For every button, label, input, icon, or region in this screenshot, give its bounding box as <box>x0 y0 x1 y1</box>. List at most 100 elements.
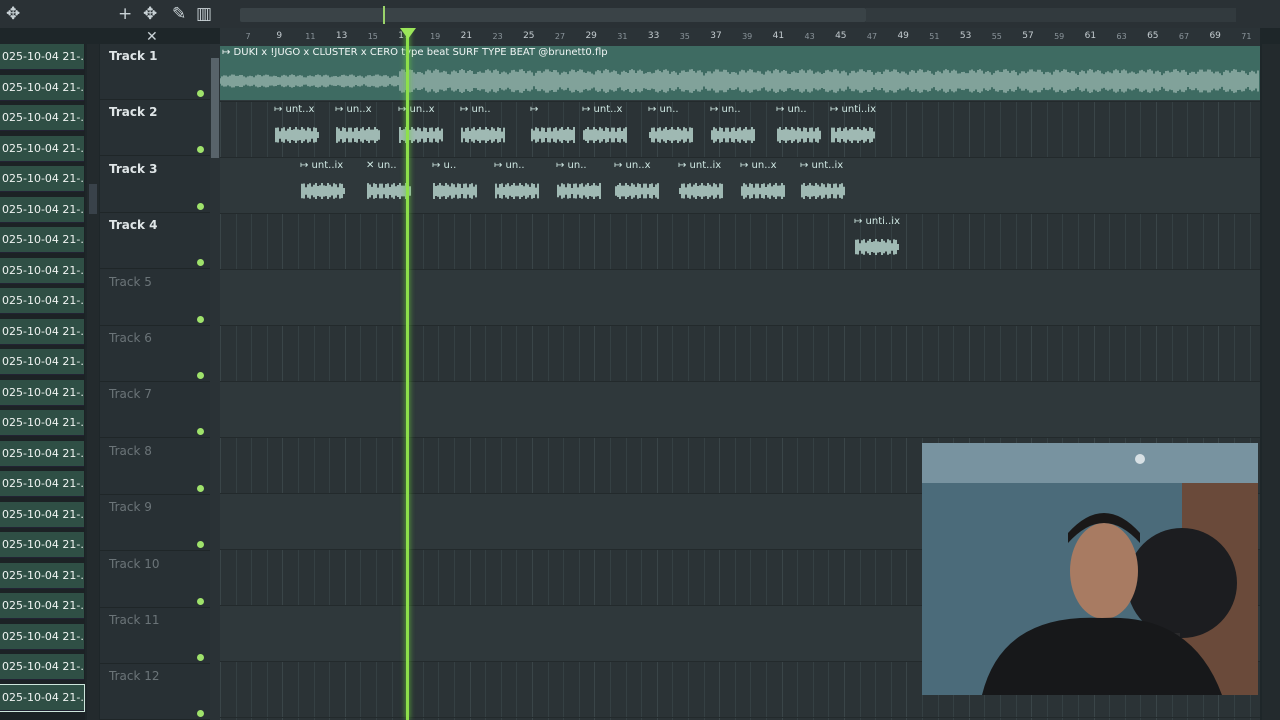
clip-list-item[interactable]: 025-10-04 21-... <box>0 288 84 314</box>
clip-list-item[interactable]: 025-10-04 21-... <box>0 227 84 253</box>
pencil-icon[interactable]: ✎ <box>172 5 186 23</box>
track-row-3[interactable]: ↦ unt..ix ✕ un.. ↦ u.. ↦ un.. ↦ un.. ↦ un..x ↦… <box>220 158 1260 214</box>
clip-list-scrollbar[interactable] <box>87 44 99 720</box>
pattern-clip[interactable]: ↦ unt..ix <box>800 160 852 210</box>
clip-list-item[interactable]: 025-10-04 21-... <box>0 379 84 406</box>
clip-list-item[interactable]: 025-10-04 21-... <box>0 623 84 650</box>
clip-list-item[interactable]: 025-10-04 21-... <box>0 410 84 436</box>
track-headers: Track 1 Track 2 Track 3 Track 4 Track 5 Track… <box>100 44 210 720</box>
playlist-vertical-scrollbar[interactable] <box>210 44 220 720</box>
track-row-6[interactable] <box>220 326 1260 382</box>
track-row-5[interactable] <box>220 270 1260 326</box>
clip-list-item[interactable]: 025-10-04 21-... <box>0 532 84 558</box>
pattern-waveform <box>649 127 693 143</box>
track-row-7[interactable] <box>220 382 1260 438</box>
clip-list-scroll-thumb[interactable] <box>89 184 97 214</box>
track-led-icon[interactable] <box>197 428 204 436</box>
pattern-clip[interactable]: ↦ unt..x <box>274 104 326 154</box>
track-led-icon[interactable] <box>197 146 204 154</box>
track-row-2[interactable]: ↦ unt..x ↦ un..x ↦ un..x ↦ un.. ↦ ↦ unt..x ↦ u… <box>220 102 1260 158</box>
track-header[interactable]: Track 12 <box>100 664 210 720</box>
clip-list-item[interactable]: 025-10-04 21-... <box>0 135 84 162</box>
track-led-icon[interactable] <box>197 710 204 718</box>
ruler-tick-label: 67 <box>1178 32 1190 41</box>
clip-list-item[interactable]: 025-10-04 21-... <box>0 440 84 467</box>
timeline-scrollbar[interactable] <box>240 8 866 22</box>
pattern-clip[interactable]: ↦ un.. <box>460 104 512 154</box>
track-header[interactable]: Track 7 <box>100 382 210 439</box>
track-led-icon[interactable] <box>197 90 204 97</box>
track-led-icon[interactable] <box>197 372 204 379</box>
pattern-clip[interactable]: ↦ un.. <box>710 104 762 154</box>
clip-list-item[interactable]: 025-10-04 21-... <box>0 593 84 619</box>
track-led-icon[interactable] <box>197 202 204 210</box>
pattern-clip[interactable]: ↦ <box>530 104 582 154</box>
clip-list-item[interactable]: 025-10-04 21-... <box>0 257 84 284</box>
pattern-clip[interactable]: ↦ unt..ix <box>300 160 352 210</box>
track-led-icon[interactable] <box>197 484 204 492</box>
pattern-clip-label: ↦ un..x <box>740 160 777 171</box>
audio-waveform <box>220 69 1259 93</box>
pattern-clip[interactable]: ↦ un.. <box>648 104 700 154</box>
track-led-icon[interactable] <box>197 541 204 549</box>
track-header[interactable]: Track 11 <box>100 608 210 664</box>
track-led-icon[interactable] <box>197 654 204 661</box>
pattern-clip[interactable]: ✕ un.. <box>366 160 418 210</box>
clip-list-item[interactable]: 025-10-04 21-... <box>0 318 84 345</box>
pattern-clip[interactable]: ↦ un..x <box>614 160 666 210</box>
track-header[interactable]: Track 8 <box>100 439 210 495</box>
snap-tool-icon[interactable]: ✥ <box>143 5 157 23</box>
track-name: Track 11 <box>109 613 160 627</box>
track-led-icon[interactable] <box>197 597 204 605</box>
pattern-clip[interactable]: ↦ unt..x <box>582 104 634 154</box>
track-led-icon[interactable] <box>197 315 204 323</box>
pattern-clip[interactable]: ↦ un..x <box>740 160 792 210</box>
pattern-waveform <box>461 127 505 143</box>
pattern-clip[interactable]: ↦ un.. <box>494 160 546 210</box>
pattern-clip[interactable]: ↦ unt..ix <box>678 160 730 210</box>
clip-list-item[interactable]: 025-10-04 21-... <box>0 654 84 680</box>
track-header[interactable]: Track 4 <box>100 213 210 270</box>
track-led-icon[interactable] <box>197 259 204 267</box>
ruler-tick-label: 59 <box>1054 32 1065 41</box>
track-header[interactable]: Track 6 <box>100 326 210 382</box>
clip-list-item[interactable]: 025-10-04 21-... <box>0 44 84 70</box>
audio-clip-main[interactable]: ↦ DUKI x !JUGO x CLUSTER x CERO type bea… <box>220 46 1260 100</box>
piano-icon[interactable]: ▥ <box>196 5 212 23</box>
pattern-clip[interactable]: ↦ un..x <box>335 104 387 154</box>
clip-list-item[interactable]: 025-10-04 21-... <box>0 166 84 192</box>
right-scrollbar[interactable] <box>1262 44 1280 720</box>
track-header[interactable]: Track 10 <box>100 552 210 608</box>
clip-list-item[interactable]: 025-10-04 21-... <box>0 349 84 375</box>
pattern-clip-label: ↦ u.. <box>432 160 457 171</box>
track-header[interactable]: Track 3 <box>100 157 210 213</box>
timeline-ruler[interactable]: 7 9 11 13 15 17 19 21 23 25 27 29 31 33 35 37 39 41 43 45 47… <box>220 28 1260 47</box>
add-icon[interactable]: + <box>118 5 132 23</box>
track-header[interactable]: Track 1 <box>100 44 210 100</box>
track-row-1[interactable]: ↦ DUKI x !JUGO x CLUSTER x CERO type bea… <box>220 46 1260 102</box>
pattern-clip[interactable]: ↦ u.. <box>432 160 484 210</box>
pattern-clip[interactable]: ↦ un.. <box>776 104 828 154</box>
pattern-clip[interactable]: ↦ unti..ix <box>854 216 906 266</box>
pattern-clip-label: ↦ un.. <box>460 104 491 115</box>
clip-list-item[interactable]: 025-10-04 21-... <box>0 74 84 101</box>
pattern-clip-label: ↦ un.. <box>776 104 807 115</box>
playlist-scroll-thumb[interactable] <box>211 58 219 158</box>
clip-list-item[interactable]: 025-10-04 21-... <box>0 683 85 712</box>
timeline-scroll-track[interactable] <box>866 8 1236 22</box>
clip-list-item[interactable]: 025-10-04 21-... <box>0 471 84 497</box>
pattern-clip[interactable]: ↦ un.. <box>556 160 608 210</box>
clip-list-item[interactable]: 025-10-04 21-... <box>0 501 84 528</box>
track-header[interactable]: Track 2 <box>100 100 210 157</box>
playhead-marker[interactable] <box>400 28 416 39</box>
pattern-clip[interactable]: ↦ unti..ix <box>830 104 882 154</box>
clip-list-item[interactable]: 025-10-04 21-... <box>0 196 84 223</box>
playhead-line[interactable] <box>406 30 409 720</box>
clip-list-item[interactable]: 025-10-04 21-... <box>0 562 84 589</box>
snap-icon[interactable]: ✥ <box>6 5 20 23</box>
track-header[interactable]: Track 5 <box>100 270 210 326</box>
track-header[interactable]: Track 9 <box>100 495 210 552</box>
pattern-waveform <box>495 183 539 199</box>
track-row-4[interactable]: ↦ unti..ix <box>220 214 1260 270</box>
clip-list-item[interactable]: 025-10-04 21-... <box>0 105 84 131</box>
